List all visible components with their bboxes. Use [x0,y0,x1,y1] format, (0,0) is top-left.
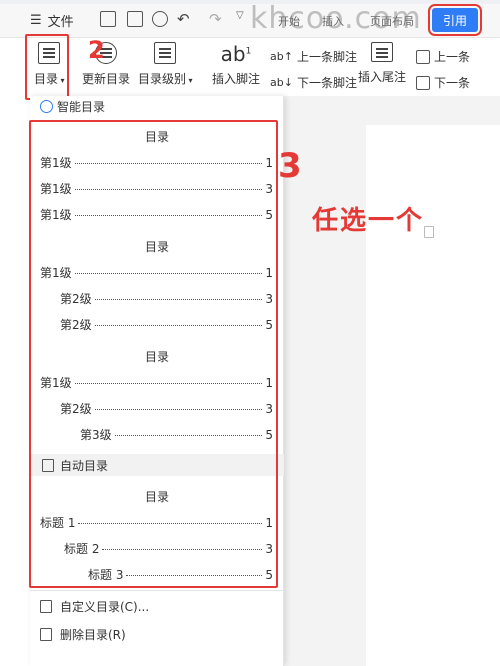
export-icon[interactable] [127,11,143,27]
prev-footnote-button[interactable]: ab↑ 上一条脚注 [270,48,357,65]
smart-toc-icon [40,100,53,113]
save-icon[interactable] [100,11,116,27]
prev-footnote-icon: ab↑ [270,50,293,63]
prev-footnote-label: 上一条脚注 [296,50,357,64]
file-menu[interactable]: ☰ 文件 [30,11,74,30]
prev-endnote-button[interactable]: 上一条 [416,48,470,65]
smart-toc-header: 智能目录 [40,98,105,115]
watermark-text: khcoo.com [250,1,422,36]
paste-options-icon[interactable] [424,226,434,238]
toc-level-button[interactable]: 目录级别 ▾ [138,42,193,87]
prev-endnote-label: 上一条 [434,50,471,64]
print-preview-icon[interactable] [152,11,168,27]
annotation-box-templates [29,120,278,588]
smart-toc-header-label: 智能目录 [57,100,106,114]
hamburger-icon: ☰ [30,13,42,28]
delete-toc-item[interactable]: 删除目录(R) [40,626,126,643]
delete-toc-icon [40,628,52,641]
insert-endnote-label: 插入尾注 [358,70,407,84]
update-toc-label: 更新目录 [82,72,131,86]
endnote-icon [371,42,393,62]
footnote-icon: ab1 [220,42,252,66]
tab-references[interactable]: 引用 [428,4,482,36]
customize-dropdown-icon[interactable]: ▽ [236,10,244,21]
insert-endnote-button[interactable]: 插入尾注 [358,42,406,85]
insert-footnote-label: 插入脚注 [212,72,261,86]
next-footnote-label: 下一条脚注 [296,76,357,90]
delete-toc-label: 删除目录(R) [60,628,126,642]
next-endnote-button[interactable]: 下一条 [416,74,470,91]
custom-toc-icon [40,600,52,613]
next-endnote-icon [416,75,430,90]
annotation-box-toc-button [25,34,69,100]
next-footnote-button[interactable]: ab↓ 下一条脚注 [270,74,357,91]
file-menu-label: 文件 [47,15,74,30]
insert-footnote-button[interactable]: ab1 插入脚注 [212,42,260,87]
annotation-step3: 3 [278,146,302,186]
custom-toc-item[interactable]: 自定义目录(C)... [40,598,149,615]
references-toolbar: 目录 ▾ 更新目录 目录级别 ▾ ab1 插入脚注 ab↑ 上一条脚注 ab↓ … [0,38,500,96]
undo-icon[interactable]: ↶ [177,10,190,28]
prev-endnote-icon [416,49,430,64]
panel-divider [30,590,284,591]
toc-level-dropdown-icon: ▾ [186,76,193,85]
redo-icon[interactable]: ↷ [209,10,222,28]
toc-level-label: 目录级别 [138,72,187,86]
toc-level-icon [154,42,177,64]
annotation-choose-any: 任选一个 [312,206,425,236]
ribbon-tab-bar: ☰ 文件 ↶ ↷ ▽ 开始 插入 页面布局 引用 khcoo.com [0,0,500,38]
annotation-step2: 2 [88,36,105,64]
next-footnote-icon: ab↓ [270,76,293,89]
next-endnote-label: 下一条 [434,76,471,90]
custom-toc-label: 自定义目录(C)... [60,600,150,614]
